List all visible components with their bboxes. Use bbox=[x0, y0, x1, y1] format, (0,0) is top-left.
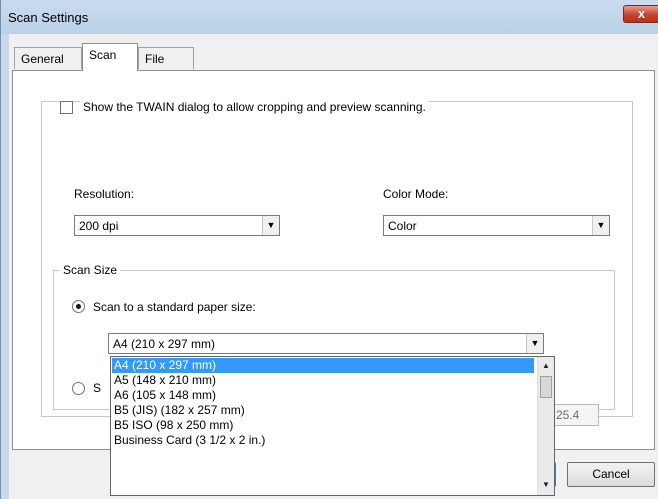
list-item[interactable]: A6 (105 x 148 mm) bbox=[112, 388, 534, 403]
chevron-down-icon: ▼ bbox=[592, 216, 609, 235]
color-mode-value: Color bbox=[388, 219, 417, 233]
close-icon: x bbox=[637, 6, 646, 21]
dialog-client-area: General Scan File Show the TWAIN dialog … bbox=[9, 34, 658, 499]
custom-size-radio[interactable] bbox=[72, 382, 85, 395]
tab-scan[interactable]: Scan bbox=[82, 43, 138, 71]
scroll-thumb[interactable] bbox=[540, 376, 552, 398]
standard-size-label: Scan to a standard paper size: bbox=[93, 300, 256, 314]
paper-size-select[interactable]: A4 (210 x 297 mm) ▼ bbox=[108, 333, 544, 354]
list-item[interactable]: B5 (JIS) (182 x 257 mm) bbox=[112, 403, 534, 418]
resolution-select[interactable]: 200 dpi ▼ bbox=[74, 215, 280, 236]
standard-size-radio[interactable] bbox=[72, 300, 85, 313]
resolution-label: Resolution: bbox=[74, 187, 135, 201]
paper-size-dropdown-list[interactable]: A4 (210 x 297 mm) A5 (148 x 210 mm) A6 (… bbox=[110, 356, 555, 496]
list-item[interactable]: Business Card (3 1/2 x 2 in.) bbox=[112, 433, 534, 448]
scroll-down-icon[interactable]: ▼ bbox=[538, 477, 554, 493]
scan-tab-panel: Show the TWAIN dialog to allow cropping … bbox=[12, 70, 655, 496]
paper-size-value: A4 (210 x 297 mm) bbox=[113, 337, 216, 351]
twain-checkbox-label: Show the TWAIN dialog to allow cropping … bbox=[80, 100, 429, 114]
color-mode-select[interactable]: Color ▼ bbox=[383, 215, 610, 236]
custom-dimension-input[interactable]: 25.4 bbox=[552, 404, 599, 426]
tab-general[interactable]: General bbox=[14, 47, 82, 69]
title-bar[interactable]: Scan Settings x bbox=[1, 0, 658, 34]
scroll-up-icon[interactable]: ▲ bbox=[538, 358, 554, 374]
color-mode-label: Color Mode: bbox=[383, 187, 449, 201]
tab-file[interactable]: File bbox=[138, 47, 194, 69]
tab-strip: General Scan File bbox=[9, 34, 658, 74]
list-item[interactable]: B5 ISO (98 x 250 mm) bbox=[112, 418, 534, 433]
tab-scan-label: Scan bbox=[89, 48, 117, 62]
scan-settings-window: Scan Settings x General Scan File Show t… bbox=[0, 0, 658, 499]
cancel-button[interactable]: Cancel bbox=[567, 462, 655, 487]
dropdown-scrollbar[interactable]: ▲ ▼ bbox=[537, 357, 554, 495]
close-button[interactable]: x bbox=[623, 5, 658, 23]
list-item[interactable]: A5 (148 x 210 mm) bbox=[112, 373, 534, 388]
custom-size-label: S bbox=[93, 381, 102, 395]
list-item[interactable]: A4 (210 x 297 mm) bbox=[112, 358, 534, 373]
radio-selected-indicator bbox=[76, 304, 81, 309]
chevron-down-icon: ▼ bbox=[526, 334, 543, 353]
chevron-down-icon: ▼ bbox=[262, 216, 279, 235]
tab-general-label: General bbox=[21, 52, 64, 66]
resolution-value: 200 dpi bbox=[79, 219, 119, 233]
twain-checkbox[interactable] bbox=[60, 101, 73, 114]
window-title: Scan Settings bbox=[8, 10, 89, 25]
tab-file-label: File bbox=[145, 52, 165, 66]
scan-size-legend: Scan Size bbox=[60, 263, 121, 277]
